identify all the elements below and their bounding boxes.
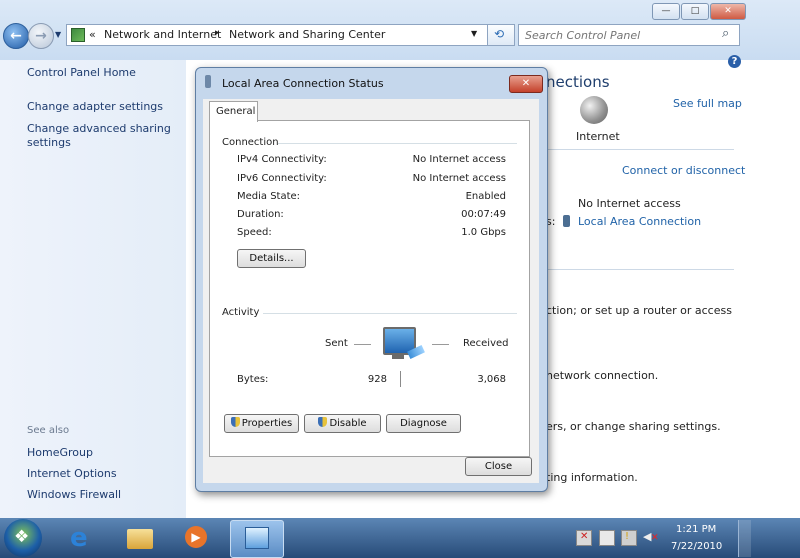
- refresh-icon: ⟲: [494, 27, 505, 41]
- tab-general[interactable]: General: [209, 101, 258, 122]
- diagnose-button[interactable]: Diagnose: [386, 414, 461, 433]
- window-close-button[interactable]: ✕: [710, 3, 746, 20]
- forward-arrow-icon: →: [35, 28, 47, 44]
- search-icon[interactable]: ⌕: [722, 26, 729, 41]
- monitor-stand-icon: [392, 354, 404, 359]
- forward-button[interactable]: →: [28, 23, 54, 49]
- disable-button-label: Disable: [329, 418, 367, 429]
- taskbar-media-player[interactable]: ▶: [178, 521, 214, 555]
- control-panel-icon: [245, 527, 269, 549]
- address-bar[interactable]: « Network and Internet ▸ Network and Sha…: [66, 24, 488, 46]
- breadcrumb-network-and-internet[interactable]: Network and Internet: [104, 28, 221, 41]
- breadcrumb-network-and-sharing-center[interactable]: Network and Sharing Center: [229, 28, 385, 41]
- task-troubleshoot-fragment: ting information.: [546, 471, 638, 484]
- address-dropdown-icon[interactable]: ▼: [471, 29, 477, 38]
- see-full-map-link[interactable]: See full map: [673, 97, 742, 110]
- ipv4-label: IPv4 Connectivity:: [237, 154, 327, 165]
- activity-divider: [263, 313, 517, 314]
- media-state-value: Enabled: [465, 191, 506, 202]
- network-warning-icon[interactable]: !: [621, 530, 637, 546]
- bytes-received-value: 3,068: [477, 374, 506, 385]
- ipv4-value: No Internet access: [412, 154, 506, 165]
- connection-heading: Connection: [222, 137, 279, 148]
- speed-label: Speed:: [237, 227, 272, 238]
- ethernet-icon: [563, 215, 570, 227]
- details-button[interactable]: Details...: [237, 249, 306, 268]
- windows-firewall-link[interactable]: Windows Firewall: [27, 488, 121, 501]
- local-area-connection-link[interactable]: Local Area Connection: [578, 215, 701, 228]
- ipv6-value: No Internet access: [412, 173, 506, 184]
- network-adapter-icon: [205, 75, 211, 88]
- speed-value: 1.0 Gbps: [461, 227, 506, 238]
- sent-label: Sent: [325, 338, 348, 349]
- page-heading-fragment: nections: [546, 73, 610, 91]
- refresh-button[interactable]: ⟲: [487, 24, 515, 46]
- sent-line: [354, 344, 371, 345]
- connection-divider: [278, 143, 517, 144]
- bytes-divider: [400, 371, 401, 387]
- connect-or-disconnect-link[interactable]: Connect or disconnect: [622, 164, 745, 177]
- duration-label: Duration:: [237, 209, 284, 220]
- tab-general-label: General: [216, 106, 256, 117]
- taskbar-internet-explorer[interactable]: e: [64, 521, 100, 555]
- general-tab-panel: [209, 120, 530, 457]
- dialog-title: Local Area Connection Status: [222, 77, 384, 90]
- show-desktop-button[interactable]: [738, 520, 751, 557]
- media-player-icon: ▶: [185, 526, 207, 548]
- ipv6-label: IPv6 Connectivity:: [237, 173, 327, 184]
- task-connect-network-fragment: network connection.: [546, 369, 659, 382]
- change-advanced-sharing-link[interactable]: Change advanced sharing settings: [27, 122, 171, 150]
- search-box[interactable]: ⌕: [518, 24, 740, 46]
- breadcrumb-separator-icon[interactable]: ▸: [215, 28, 220, 38]
- received-label: Received: [463, 338, 509, 349]
- properties-button-label: Properties: [241, 418, 293, 429]
- section-divider: [546, 269, 734, 270]
- minimize-button[interactable]: —: [652, 3, 680, 20]
- volume-muted-icon[interactable]: ◀ ✕: [643, 530, 659, 544]
- duration-value: 00:07:49: [461, 209, 506, 220]
- received-line: [432, 344, 449, 345]
- action-center-icon[interactable]: ✕: [576, 530, 592, 546]
- change-adapter-settings-link[interactable]: Change adapter settings: [27, 100, 163, 113]
- see-also-heading: See also: [27, 425, 70, 436]
- back-button[interactable]: ←: [3, 23, 29, 49]
- internet-explorer-icon: e: [70, 523, 88, 553]
- taskbar-windows-explorer[interactable]: [121, 521, 157, 555]
- breadcrumb-overflow[interactable]: «: [89, 28, 96, 41]
- internet-label: Internet: [576, 130, 620, 143]
- bytes-sent-value: 928: [367, 374, 387, 385]
- folder-icon: [127, 529, 153, 549]
- section-divider: [546, 149, 734, 150]
- taskbar-control-panel-active[interactable]: [230, 520, 284, 558]
- recent-pages-dropdown-icon[interactable]: ▼: [55, 30, 61, 39]
- clock-date[interactable]: 7/22/2010: [671, 541, 722, 552]
- maximize-button[interactable]: □: [681, 3, 709, 20]
- bytes-label: Bytes:: [237, 374, 269, 385]
- internet-globe-icon: [580, 96, 608, 124]
- task-setup-connection-fragment: ction; or set up a router or access: [546, 304, 732, 317]
- access-type-value: No Internet access: [578, 197, 681, 210]
- media-state-label: Media State:: [237, 191, 301, 202]
- uac-shield-icon: [230, 417, 240, 427]
- task-homegroup-fragment: ers, or change sharing settings.: [546, 420, 721, 433]
- help-icon[interactable]: ?: [728, 55, 741, 68]
- back-arrow-icon: ←: [10, 28, 22, 44]
- clock-time[interactable]: 1:21 PM: [676, 524, 716, 535]
- disable-button[interactable]: Disable: [304, 414, 381, 433]
- uac-shield-icon: [318, 417, 328, 427]
- close-button[interactable]: Close: [465, 457, 532, 476]
- start-button[interactable]: ❖: [4, 519, 42, 557]
- windows-logo-icon: ❖: [14, 527, 30, 547]
- activity-heading: Activity: [222, 307, 260, 318]
- search-input[interactable]: [523, 27, 717, 43]
- internet-options-link[interactable]: Internet Options: [27, 467, 117, 480]
- properties-button[interactable]: Properties: [224, 414, 299, 433]
- network-folder-icon: [71, 28, 85, 42]
- device-icon[interactable]: [599, 530, 615, 546]
- homegroup-link[interactable]: HomeGroup: [27, 446, 93, 459]
- control-panel-home-link[interactable]: Control Panel Home: [27, 66, 136, 79]
- dialog-close-button[interactable]: ✕: [509, 75, 543, 93]
